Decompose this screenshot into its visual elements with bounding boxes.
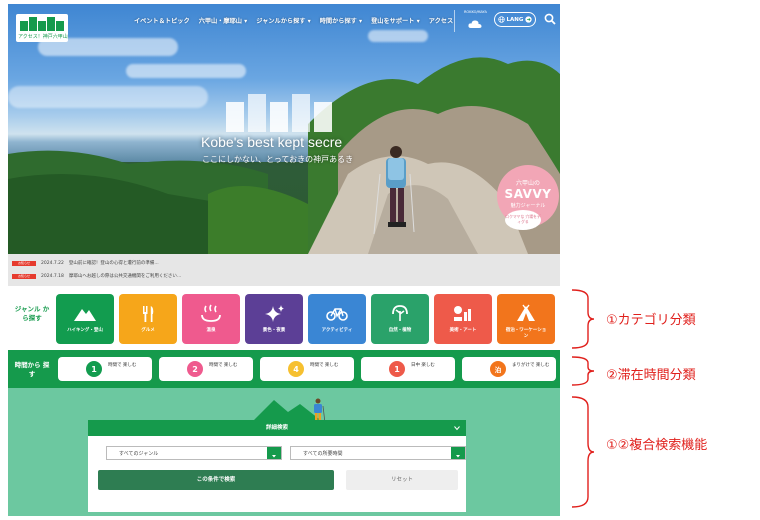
savvy-subtitle: 魅力ジャーナル — [510, 203, 546, 209]
annotation-bracket — [571, 396, 595, 508]
genre-section: ジャンル から探す ハイキング・登山 グルメ 温泉 景色・夜景 アクティビティ … — [8, 286, 560, 348]
time-select[interactable]: すべての所要時間 — [290, 446, 466, 460]
nav-item-time[interactable]: 時間から探す ▾ — [320, 16, 362, 25]
logo-mark — [20, 17, 64, 31]
search-reset-button[interactable]: リセット — [346, 470, 458, 490]
arrow-right-icon — [525, 16, 533, 23]
news-item[interactable]: お知らせ 2024.7.18 摩耶山へお越しの際は公共交通機関をご利用ください.… — [12, 271, 181, 281]
nav-item-mountains[interactable]: 六甲山・摩耶山 ▾ — [199, 16, 248, 25]
time-select-arrow[interactable] — [451, 447, 465, 459]
genre-select-value: すべてのジャンル — [119, 451, 159, 457]
time-option-day[interactable]: 1 日中 楽しむ — [361, 357, 455, 381]
genre-tile-art[interactable]: 美術・アート — [434, 294, 492, 344]
time-option-1h[interactable]: 1 時間で 楽しむ — [58, 357, 152, 381]
genre-tile-label: 美術・アート — [449, 328, 477, 333]
site-logo[interactable]: アクセス！神戸六甲山 — [16, 14, 68, 42]
annotation-bracket — [571, 356, 595, 386]
annotation-label: ②滞在時間分類 — [606, 368, 696, 383]
time-option-4h[interactable]: 4 時間で 楽しむ — [260, 357, 354, 381]
news-badge: お知らせ — [12, 273, 36, 279]
news-ticker: お知らせ 2024.7.22 登山前に確認！登山の心得と遭行前の準備... お知… — [8, 254, 560, 286]
art-icon — [454, 306, 471, 321]
hero-banner: アクセス！神戸六甲山 イベント＆トピック 六甲山・摩耶山 ▾ ジャンルから探す … — [8, 4, 560, 254]
nav-item-events[interactable]: イベント＆トピック — [134, 16, 190, 25]
hiker-figure — [373, 146, 415, 235]
news-text: 摩耶山へお越しの際は公共交通機関をご利用ください... — [68, 274, 182, 279]
nav-item-genre[interactable]: ジャンルから探す ▾ — [256, 16, 310, 25]
cloud-icon — [468, 20, 482, 28]
time-number-badge: 泊 — [490, 361, 506, 377]
time-option-label: 時間で 楽しむ — [108, 363, 137, 368]
news-date: 2024.7.18 — [41, 273, 64, 279]
annotation-label: ①カテゴリ分類 — [606, 313, 696, 328]
fork-knife-icon — [143, 306, 154, 322]
time-section: 時間から 探す 1 時間で 楽しむ 2 時間で 楽しむ 4 時間で 楽しむ 1 … — [8, 350, 560, 388]
genre-tile-activity[interactable]: アクティビティ — [308, 294, 366, 344]
annotation-label: ①②複合検索機能 — [606, 438, 708, 453]
news-badge: お知らせ — [12, 260, 36, 266]
genre-tile-nature[interactable]: 自然・植物 — [371, 294, 429, 344]
genre-tile-label: アクティビティ — [321, 328, 353, 333]
tent-icon — [517, 304, 535, 321]
weather-label: ROKKO/MAYA — [464, 10, 487, 14]
news-item[interactable]: お知らせ 2024.7.22 登山前に確認！登山の心得と遭行前の準備... — [12, 258, 159, 268]
genre-tile-label: 景色・夜景 — [262, 328, 286, 333]
sparkle-icon — [265, 305, 284, 322]
genre-tile-label: 温泉 — [206, 328, 216, 333]
time-number-badge: 1 — [86, 361, 102, 377]
time-option-label: まりがけで 楽しむ — [512, 363, 550, 368]
hero-logo-mark — [226, 94, 334, 132]
nav-divider — [454, 10, 455, 32]
time-number-badge: 4 — [288, 361, 304, 377]
genre-tile-stay[interactable]: 宿泊・ワーケーション — [497, 294, 555, 344]
genre-section-label: ジャンル から探す — [14, 305, 50, 322]
genre-tile-label: 宿泊・ワーケーション — [505, 328, 547, 339]
globe-icon — [497, 16, 505, 23]
mountain-icon — [74, 309, 96, 321]
genre-select[interactable]: すべてのジャンル — [106, 446, 282, 460]
genre-tile-label: ハイキング・登山 — [67, 328, 103, 333]
time-section-label: 時間から 探す — [14, 361, 50, 378]
advanced-search-heading[interactable]: 詳細検索 — [88, 420, 466, 436]
hero-subtitle: ここにしかない、とっておきの神戸あるき — [202, 155, 354, 164]
bicycle-icon — [326, 308, 348, 321]
genre-tile-hiking[interactable]: ハイキング・登山 — [56, 294, 114, 344]
caret-down-icon — [456, 455, 460, 458]
nav-item-access[interactable]: アクセス — [429, 16, 453, 25]
annotation-bracket — [571, 289, 595, 349]
language-label: LANG — [506, 16, 524, 23]
hero-title: Kobe's best kept secre — [201, 134, 343, 150]
plant-icon — [392, 305, 408, 321]
time-option-label: 日中 楽しむ — [411, 363, 435, 368]
savvy-script: 六甲山の — [515, 180, 540, 187]
genre-select-arrow[interactable] — [267, 447, 281, 459]
search-icon[interactable] — [544, 13, 556, 25]
news-text: 登山前に確認！登山の心得と遭行前の準備... — [68, 261, 159, 266]
screenshot-root: アクセス！神戸六甲山 イベント＆トピック 六甲山・摩耶山 ▾ ジャンルから探す … — [0, 0, 760, 520]
weather-widget[interactable]: ROKKO/MAYA — [464, 10, 487, 32]
time-number-badge: 2 — [187, 361, 203, 377]
logo-text: アクセス！神戸六甲山 — [18, 34, 68, 40]
hot-spring-icon — [201, 304, 221, 322]
savvy-speech-bubble: ロクマヤな 穴場をディグる — [505, 210, 541, 230]
main-nav: イベント＆トピック 六甲山・摩耶山 ▾ ジャンルから探す ▾ 時間から探す ▾ … — [134, 16, 453, 25]
time-option-2h[interactable]: 2 時間で 楽しむ — [159, 357, 253, 381]
savvy-title: SAVVY — [504, 187, 552, 201]
time-option-label: 時間で 楽しむ — [209, 363, 238, 368]
time-select-value: すべての所要時間 — [303, 451, 343, 457]
time-option-overnight[interactable]: 泊 まりがけで 楽しむ — [462, 357, 556, 381]
genre-tile-scenery[interactable]: 景色・夜景 — [245, 294, 303, 344]
chevron-down-icon[interactable] — [454, 425, 460, 431]
search-submit-button[interactable]: この条件で検索 — [98, 470, 334, 490]
language-button[interactable]: LANG — [494, 12, 536, 27]
nav-item-support[interactable]: 登山をサポート ▾ — [371, 16, 420, 25]
news-date: 2024.7.22 — [41, 260, 64, 266]
genre-tile-label: 自然・植物 — [388, 328, 412, 333]
caret-down-icon — [272, 455, 276, 458]
genre-tile-onsen[interactable]: 温泉 — [182, 294, 240, 344]
genre-tile-gourmet[interactable]: グルメ — [119, 294, 177, 344]
time-number-badge: 1 — [389, 361, 405, 377]
time-option-label: 時間で 楽しむ — [310, 363, 339, 368]
genre-tile-label: グルメ — [141, 328, 155, 333]
